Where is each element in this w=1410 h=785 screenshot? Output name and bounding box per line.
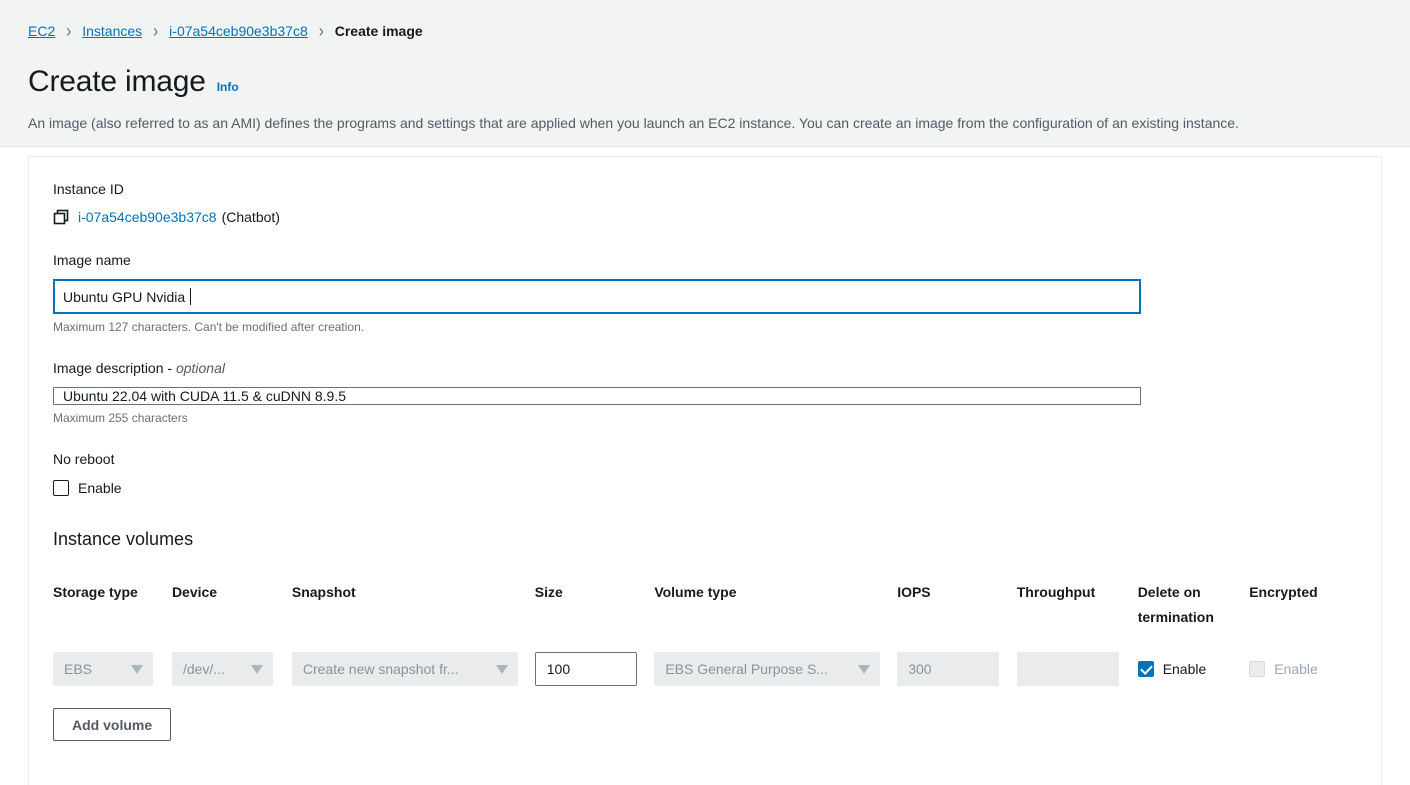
chevron-down-icon: [495, 664, 508, 674]
breadcrumb-separator-icon: ›: [66, 20, 72, 42]
page-title-row: Create image Info: [28, 64, 1382, 100]
chevron-down-icon: [858, 664, 871, 674]
cell-encrypted: Enable: [1249, 630, 1357, 686]
delete-on-termination-checkbox[interactable]: [1137, 661, 1154, 677]
column-header-encrypted: Encrypted: [1249, 584, 1318, 600]
column-header-snapshot: Snapshot: [291, 584, 356, 600]
page-header: EC2 › Instances › i-07a54ceb90e3b37c8 › …: [0, 0, 1410, 147]
image-name-input[interactable]: Ubuntu GPU Nvidia: [53, 279, 1141, 314]
image-name-label: Image name: [53, 252, 131, 268]
encrypted-checkbox: [1249, 661, 1266, 677]
instance-id-section: Instance ID i-07a54ceb90e3b37c8 (Chatbot…: [53, 179, 1357, 227]
cell-volume-type: EBS General Purpose S...: [654, 630, 897, 686]
iops-input: 300: [897, 652, 1000, 686]
image-description-label-text: Image description -: [53, 360, 176, 376]
add-volume-button[interactable]: Add volume: [53, 708, 172, 741]
cell-snapshot: Create new snapshot fr...: [291, 630, 535, 686]
instance-id-link[interactable]: i-07a54ceb90e3b37c8: [78, 207, 217, 227]
storage-type-select: EBS: [53, 652, 153, 686]
breadcrumb-separator-icon: ›: [153, 20, 159, 42]
image-description-label: Image description - optional: [53, 358, 1357, 378]
instance-id-label: Instance ID: [53, 181, 124, 197]
device-select: /dev/...: [171, 652, 273, 686]
volume-type-select: EBS General Purpose S...: [654, 652, 881, 686]
cell-size: 100: [534, 630, 655, 686]
breadcrumb-item-current: Create image: [334, 23, 423, 39]
image-name-hint: Maximum 127 characters. Can't be modifie…: [53, 320, 365, 334]
snapshot-value: Create new snapshot fr...: [302, 661, 459, 677]
no-reboot-checkbox-row[interactable]: Enable: [53, 478, 1357, 498]
image-description-section: Image description - optional Ubuntu 22.0…: [53, 358, 1357, 426]
storage-type-value: EBS: [64, 661, 93, 677]
table-header-row: Storage type Device Snapshot Size Volume…: [53, 580, 1357, 630]
chevron-down-icon: [131, 664, 143, 674]
breadcrumb: EC2 › Instances › i-07a54ceb90e3b37c8 › …: [28, 20, 1382, 42]
cell-device: /dev/...: [171, 630, 292, 686]
create-image-form-card: Instance ID i-07a54ceb90e3b37c8 (Chatbot…: [28, 156, 1382, 785]
volume-type-value: EBS General Purpose S...: [665, 661, 828, 677]
copy-icon[interactable]: [53, 209, 69, 225]
no-reboot-section: No reboot Enable: [53, 449, 1357, 498]
chevron-down-icon: [250, 664, 263, 674]
breadcrumb-item-instance-id[interactable]: i-07a54ceb90e3b37c8: [169, 21, 308, 41]
instance-volumes-heading: Instance volumes: [53, 529, 194, 549]
no-reboot-checkbox[interactable]: [53, 480, 69, 496]
column-header-throughput: Throughput: [1016, 584, 1096, 600]
column-header-volume-type: Volume type: [654, 584, 737, 600]
cell-throughput: [1016, 630, 1138, 686]
breadcrumb-separator-icon: ›: [318, 20, 324, 42]
iops-value: 300: [908, 661, 932, 677]
image-description-input[interactable]: Ubuntu 22.04 with CUDA 11.5 & cuDNN 8.9.…: [53, 387, 1141, 405]
no-reboot-label: No reboot: [53, 451, 115, 467]
delete-on-termination-label: Enable: [1162, 661, 1207, 677]
throughput-input: [1016, 652, 1119, 686]
page-description: An image (also referred to as an AMI) de…: [28, 115, 1239, 131]
snapshot-select: Create new snapshot fr...: [291, 652, 518, 686]
column-header-device: Device: [171, 584, 218, 600]
column-header-iops: IOPS: [897, 584, 931, 600]
page-title: Create image: [28, 65, 206, 98]
cell-delete-on-termination: Enable: [1137, 630, 1250, 686]
encrypted-checkbox-row: Enable: [1249, 659, 1347, 679]
optional-marker: optional: [175, 360, 225, 376]
size-value: 100: [546, 661, 571, 677]
column-header-delete-on-termination: Delete on termination: [1137, 584, 1214, 625]
instance-name-suffix: (Chatbot): [221, 209, 280, 225]
breadcrumb-item-ec2[interactable]: EC2: [28, 21, 55, 41]
cell-storage-type: EBS: [53, 630, 172, 686]
instance-volumes-table: Storage type Device Snapshot Size Volume…: [53, 580, 1357, 686]
cell-iops: 300: [897, 630, 1017, 686]
info-link[interactable]: Info: [217, 80, 239, 94]
column-header-size: Size: [534, 584, 563, 600]
breadcrumb-item-instances[interactable]: Instances: [82, 21, 142, 41]
encrypted-label: Enable: [1274, 661, 1318, 677]
image-description-value: Ubuntu 22.04 with CUDA 11.5 & cuDNN 8.9.…: [63, 388, 347, 404]
text-caret: [190, 288, 192, 305]
image-name-section: Image name Ubuntu GPU Nvidia Maximum 127…: [53, 250, 1357, 335]
no-reboot-checkbox-label: Enable: [78, 480, 122, 496]
delete-on-termination-checkbox-row[interactable]: Enable: [1137, 659, 1240, 679]
column-header-storage-type: Storage type: [53, 584, 138, 600]
device-value: /dev/...: [182, 661, 225, 677]
instance-id-value-row: i-07a54ceb90e3b37c8 (Chatbot): [53, 207, 1357, 227]
table-row: EBS /dev/... Create new snapshot fr... 1…: [53, 630, 1357, 686]
size-input[interactable]: 100: [534, 652, 637, 686]
image-description-hint: Maximum 255 characters: [53, 411, 188, 425]
image-name-value: Ubuntu GPU Nvidia: [63, 288, 190, 305]
